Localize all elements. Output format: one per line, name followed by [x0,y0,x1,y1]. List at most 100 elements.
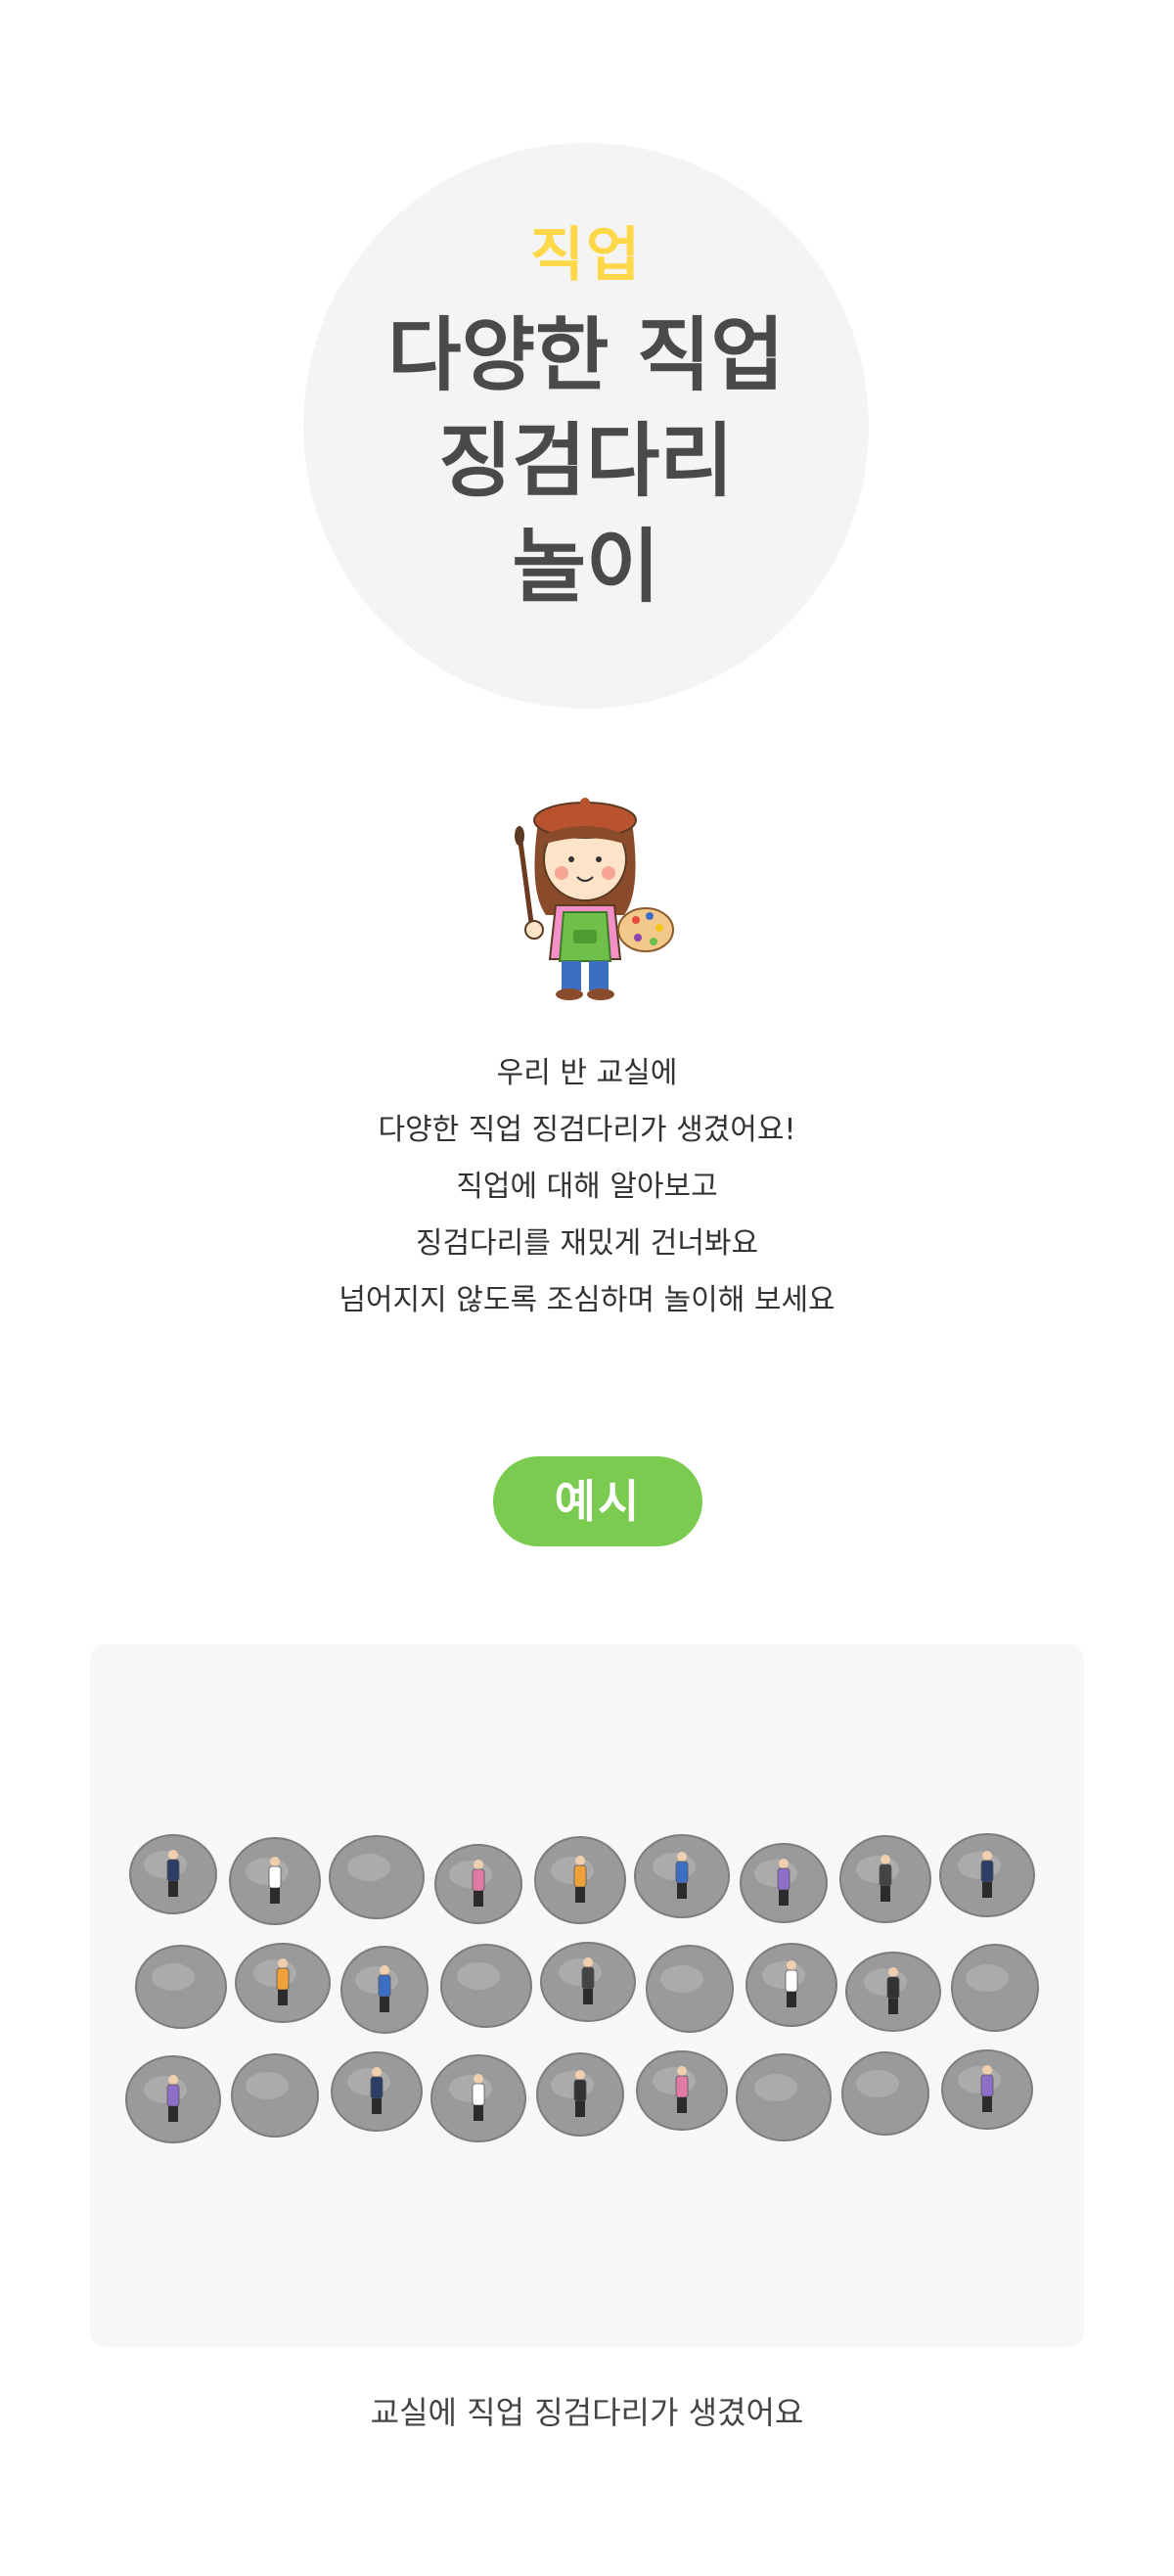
stepping-stone [329,1835,425,1919]
person-figure-head [888,1967,898,1977]
person-figure-head [474,2074,483,2084]
person-figure-legs [278,1990,288,2005]
person-figure-head [787,1960,796,1970]
person-figure-head [474,1860,483,1869]
person-figure-police-officer [785,1969,798,1993]
person-figure-legs [575,2101,585,2117]
person-figure-office-worker [268,1865,282,1889]
person-figure-lawyer [370,2076,384,2099]
stepping-stone [841,2051,929,2136]
person-figure-head [880,1855,890,1864]
person-figure-legs [474,2105,483,2121]
stepping-stone [129,1834,217,1914]
person-figure-legs [779,1890,789,1906]
person-figure-head [677,2066,687,2076]
stepping-stones-photo [125,1833,1039,2143]
stepping-stone [941,2049,1033,2130]
person-figure-head [982,2065,992,2075]
stepping-stone [951,1944,1039,2032]
person-figure-legs [380,1997,389,2012]
person-figure-legs [168,1881,178,1897]
stepping-stone [231,2053,319,2138]
stepping-stone [736,2053,832,2141]
person-figure-head [270,1857,280,1866]
stepping-stone [745,1943,837,2027]
intro-line: 다양한 직업 징검다리가 생겼어요! [378,1113,796,1147]
person-figure-head [168,2075,178,2085]
example-badge: 예시 [493,1456,702,1546]
stepping-stone [331,2051,423,2132]
person-figure-head [380,1965,389,1975]
stepping-stone [845,1952,941,2032]
intro-line: 징검다리를 재밌게 건너봐요 [415,1226,759,1261]
stepping-stone [235,1943,331,2023]
person-figure-firefighter [581,1966,595,1990]
person-figure-scientist [675,1861,689,1884]
person-figure-legs [888,1999,898,2014]
person-figure-doctor [166,1859,180,1882]
stepping-stone [229,1837,321,1925]
person-figure-ballerina [980,1860,994,1883]
person-figure-head [575,2070,585,2080]
person-figure-legs [982,2096,992,2112]
person-figure-head [583,1957,593,1967]
person-figure-dancer [886,1976,900,2000]
stepping-stone [636,2050,728,2131]
person-figure-head [982,1851,992,1861]
person-figure-legs [474,1891,483,1907]
example-caption: 교실에 직업 징검다리가 생겼어요 [370,2394,804,2431]
person-figure-legs [372,2098,382,2114]
person-figure-head [677,1852,687,1862]
page-title: 다양한 직업 징검다리 놀이 [303,303,869,621]
stepping-stone [536,2052,624,2137]
painter-girl-icon [499,783,675,1008]
person-figure-worker [777,1867,790,1891]
person-figure-legs [982,1882,992,1898]
person-figure-nurse [276,1967,290,1991]
person-figure-legs [677,1883,687,1899]
person-figure-head [168,1850,178,1860]
person-figure-legs [270,1888,280,1904]
person-figure-legs [583,1989,593,2004]
stepping-stone [740,1843,828,1923]
stepping-stone [646,1945,734,2033]
stepping-stone [125,2055,221,2143]
stepping-stone [634,1834,730,1918]
stepping-stone [135,1945,227,2029]
person-figure-chef [879,1863,892,1887]
stepping-stone [340,1946,429,2034]
person-figure-legs [787,1992,796,2007]
person-figure-soldier [166,2084,180,2107]
person-figure-suit-woman [472,1868,485,1892]
person-figure-delivery-person [980,2074,994,2097]
person-figure-businessman [472,2083,485,2106]
person-figure-astronaut [573,1864,587,1888]
person-figure-head [575,1856,585,1865]
person-figure-legs [575,1887,585,1903]
stepping-stone [440,1944,532,2028]
person-figure-legs [677,2097,687,2113]
person-figure-legs [168,2106,178,2122]
stepping-stone [434,1844,522,1924]
page-title-line: 다양한 직업 [387,309,785,402]
person-figure-soccer-player [675,2075,689,2098]
person-figure-legs [880,1886,890,1902]
person-figure-head [278,1958,288,1968]
intro-text: 우리 반 교실에 다양한 직업 징검다리가 생겼어요! 직업에 대해 알아보고 … [196,1045,978,1329]
stepping-stone [939,1833,1035,1917]
person-figure-head [372,2067,382,2077]
page-title-line: 놀이 [512,521,660,614]
hero-category: 직업 [529,221,643,290]
stepping-stone [430,2054,526,2142]
person-figure-barista [378,1974,391,1998]
person-figure-pharmacist [573,2079,587,2102]
stepping-stone [839,1835,931,1923]
intro-line: 넘어지지 않도록 조심하며 놀이해 보세요 [339,1283,835,1317]
stepping-stone [534,1836,626,1924]
page-title-line: 징검다리 [438,415,734,508]
person-figure-head [779,1859,789,1868]
stepping-stone [540,1942,636,2022]
intro-line: 우리 반 교실에 [496,1056,678,1090]
intro-line: 직업에 대해 알아보고 [456,1170,718,1204]
example-panel [90,1644,1084,2347]
